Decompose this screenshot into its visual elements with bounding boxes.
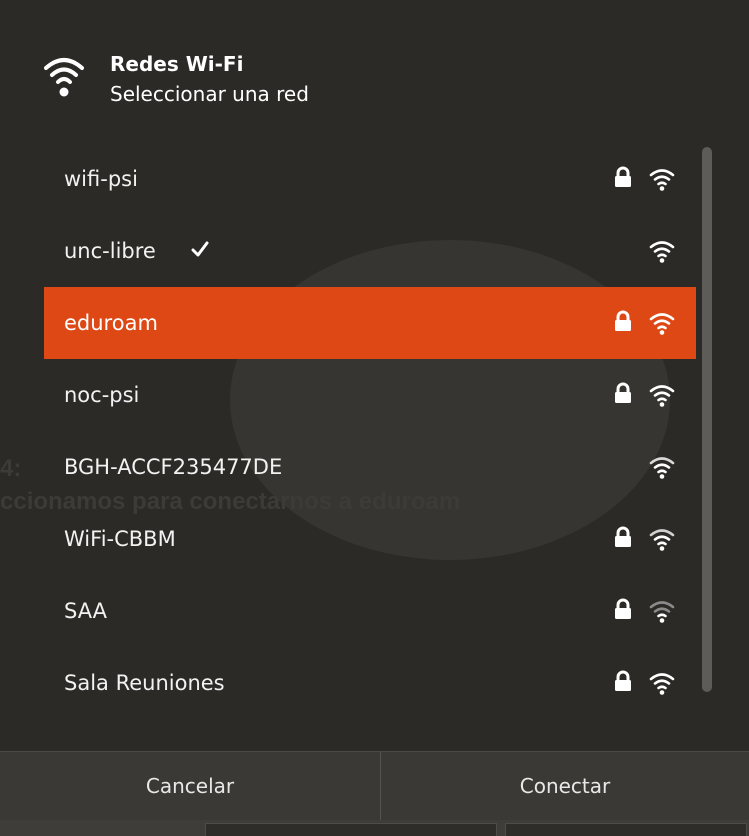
lock-icon [615,598,631,619]
network-row-sala-reuniones[interactable]: Sala Reuniones [44,647,696,719]
network-list: wifi-psi unc-libre eduroam noc-psi BGH-A… [44,143,696,723]
network-name: Sala Reuniones [64,671,225,695]
underlying-window-strip [0,820,749,836]
lock-icon [615,310,631,331]
background-ghost-text: 4: [0,455,22,482]
network-row-eduroam[interactable]: eduroam [44,287,696,359]
underlying-field [205,823,497,836]
scrollbar[interactable] [702,147,712,692]
network-row-noc-psi[interactable]: noc-psi [44,359,696,431]
network-row-saa[interactable]: SAA [44,575,696,647]
wifi-signal-icon [649,601,675,623]
lock-icon [615,166,631,187]
network-row-bgh[interactable]: BGH-ACCF235477DE [44,431,696,503]
wifi-signal-icon [649,457,675,479]
cancel-button[interactable]: Cancelar [0,752,380,821]
underlying-field [505,823,747,836]
lock-icon [615,382,631,403]
network-name: WiFi-CBBM [64,527,176,551]
wifi-signal-icon [649,385,675,407]
lock-icon [615,670,631,691]
connect-button[interactable]: Conectar [381,752,749,821]
wifi-icon [44,58,84,97]
network-name: BGH-ACCF235477DE [64,455,283,479]
network-row-wifi-psi[interactable]: wifi-psi [44,143,696,215]
network-name: unc-libre [64,239,156,263]
dialog-header: Redes Wi-Fi Seleccionar una red [0,0,749,130]
dialog-subtitle: Seleccionar una red [110,82,309,106]
wifi-signal-icon [649,673,675,695]
lock-icon [615,526,631,547]
wifi-signal-icon [649,169,675,191]
network-name: eduroam [64,311,158,335]
wifi-signal-icon [649,241,675,263]
network-row-unc-libre[interactable]: unc-libre [44,215,696,287]
network-row-wifi-cbbm[interactable]: WiFi-CBBM [44,503,696,575]
dialog-title: Redes Wi-Fi [110,52,244,76]
network-name: SAA [64,599,108,623]
wifi-dialog: 4: ccionamos para conectarnos a eduroam … [0,0,749,836]
wifi-signal-icon [649,313,675,335]
checkmark-icon [191,241,209,257]
network-name: noc-psi [64,383,140,407]
wifi-signal-icon [649,529,675,551]
network-name: wifi-psi [64,167,138,191]
dialog-footer: Cancelar Conectar [0,751,749,821]
